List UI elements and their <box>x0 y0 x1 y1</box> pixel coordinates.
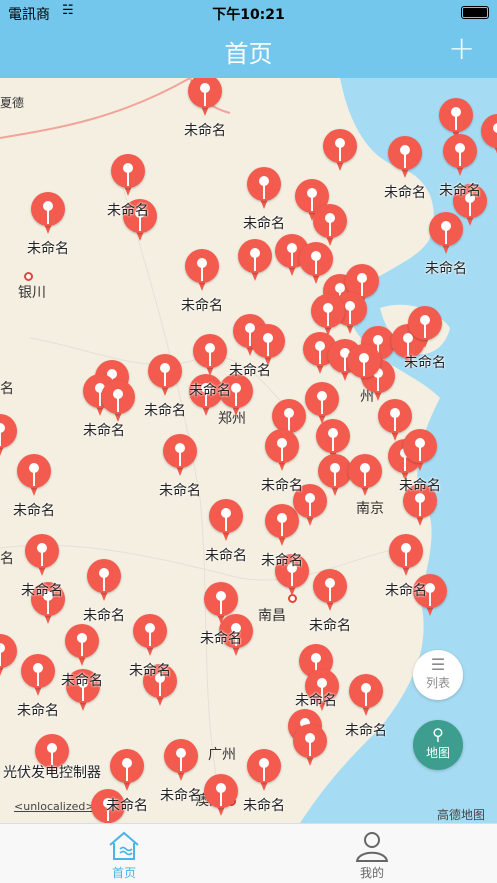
city-label-nanjing: 南京 <box>356 501 384 517</box>
map-pin-marker[interactable] <box>0 634 17 678</box>
partial-label: 夏德 <box>0 96 25 110</box>
map-pin-marker[interactable] <box>188 78 222 118</box>
list-icon: ☰ <box>430 655 446 674</box>
pin-label: 未命名 <box>243 798 285 814</box>
pin-label: 未命名 <box>309 618 351 634</box>
pin-label: 未命名 <box>261 553 303 569</box>
pin-label: 未命名 <box>404 355 446 371</box>
status-time: 下午10:21 <box>212 7 285 23</box>
pin-label: 未命名 <box>425 261 467 277</box>
map-pin-marker[interactable] <box>293 724 327 768</box>
map-pin-marker[interactable] <box>238 239 272 283</box>
map-pin-marker[interactable] <box>0 414 17 458</box>
map-pin-icon: ⚲ <box>432 725 444 744</box>
pin-label: 未命名 <box>21 583 63 599</box>
map-view[interactable]: 夏德 名 名 州 银川 郑州 南京 南昌 广州 澳门 <unlocalized>… <box>0 78 497 823</box>
pin-label: 未命名 <box>439 183 481 199</box>
map-pin-marker[interactable] <box>164 739 198 783</box>
map-watermark-unlocalized: <unlocalized> <box>14 800 95 813</box>
pin-label: 未命名 <box>229 363 271 379</box>
map-pin-marker[interactable] <box>209 499 243 543</box>
map-pin-marker[interactable] <box>403 429 437 473</box>
map-pin-marker[interactable] <box>133 614 167 658</box>
pin-label: 未命名 <box>107 203 149 219</box>
map-pin-marker[interactable] <box>87 559 121 603</box>
map-pin-marker[interactable] <box>408 306 442 350</box>
home-icon <box>109 831 139 860</box>
pin-label-special: 光伏发电控制器 <box>3 765 101 781</box>
tab-home[interactable]: 首页 <box>84 830 164 881</box>
pin-label: 未命名 <box>200 631 242 647</box>
map-pin-marker[interactable] <box>111 154 145 198</box>
map-pin-marker[interactable] <box>185 249 219 293</box>
pin-label: 未命名 <box>345 723 387 739</box>
pin-label: 未命名 <box>261 478 303 494</box>
pin-label: 未命名 <box>61 673 103 689</box>
map-pin-marker[interactable] <box>110 749 144 793</box>
city-label-guangzhou: 广州 <box>208 747 236 763</box>
map-pin-marker[interactable] <box>443 134 477 178</box>
list-view-label: 列表 <box>425 676 450 690</box>
tab-mine[interactable]: 我的 <box>332 830 412 881</box>
city-label-nanchang: 南昌 <box>258 594 299 625</box>
city-label-yinchuan: 银川 <box>18 272 46 302</box>
pin-label: 未命名 <box>83 608 125 624</box>
pin-label: 未命名 <box>159 483 201 499</box>
pin-label: 未命名 <box>189 383 231 399</box>
pin-label: 未命名 <box>384 185 426 201</box>
tab-bar: 首页 我的 <box>0 823 497 883</box>
map-pin-marker[interactable] <box>148 354 182 398</box>
map-pin-marker[interactable] <box>247 167 281 211</box>
map-pin-marker[interactable] <box>247 749 281 793</box>
map-pin-marker[interactable] <box>101 380 135 424</box>
status-bar: 電訊商 ☵ 下午10:21 <box>0 0 497 24</box>
map-pin-marker[interactable] <box>349 674 383 718</box>
user-icon <box>355 832 389 862</box>
page-title: 首页 <box>224 40 273 68</box>
map-pin-marker[interactable] <box>323 129 357 173</box>
map-pin-marker[interactable] <box>31 192 65 236</box>
map-view-label: 地图 <box>425 746 450 760</box>
map-pin-marker[interactable] <box>163 434 197 478</box>
nav-bar: 首页 + <box>0 24 497 78</box>
pin-label: 未命名 <box>181 298 223 314</box>
map-pin-marker[interactable] <box>204 774 238 818</box>
tab-home-label: 首页 <box>111 866 136 880</box>
pin-label: 未命名 <box>83 423 125 439</box>
add-button[interactable]: + <box>448 32 475 64</box>
pin-label: 未命名 <box>106 798 148 814</box>
pin-label: 未命名 <box>160 788 202 804</box>
pin-label: 未命名 <box>17 703 59 719</box>
pin-label: 未命名 <box>399 478 441 494</box>
pin-label: 未命名 <box>129 663 171 679</box>
plus-icon: + <box>448 29 475 67</box>
pin-label: 未命名 <box>27 241 69 257</box>
map-watermark-brand: 高德地图 <box>437 808 486 822</box>
pin-label: 未命名 <box>243 216 285 232</box>
pin-label: 未命名 <box>144 403 186 419</box>
map-pin-marker[interactable] <box>21 654 55 698</box>
map-pin-marker[interactable] <box>388 136 422 180</box>
battery-icon <box>461 6 489 19</box>
map-pin-marker[interactable] <box>389 534 423 578</box>
pin-label: 未命名 <box>13 503 55 519</box>
map-pin-marker[interactable] <box>481 114 497 158</box>
partial-label: 名 <box>0 381 14 397</box>
map-pin-marker[interactable] <box>313 569 347 613</box>
map-pin-marker[interactable] <box>193 334 227 378</box>
pin-label: 未命名 <box>295 693 337 709</box>
pin-label: 未命名 <box>385 583 427 599</box>
map-pin-marker[interactable] <box>25 534 59 578</box>
map-pin-marker[interactable] <box>347 344 381 388</box>
map-pin-marker[interactable] <box>65 624 99 668</box>
tab-mine-label: 我的 <box>359 866 384 880</box>
partial-label: 名 <box>0 551 14 567</box>
pin-label: 未命名 <box>205 548 247 564</box>
list-view-button[interactable]: ☰ 列表 <box>413 650 463 700</box>
map-pin-marker[interactable] <box>17 454 51 498</box>
map-view-button[interactable]: ⚲ 地图 <box>413 720 463 770</box>
pin-label: 未命名 <box>184 123 226 139</box>
map-pin-marker[interactable] <box>348 454 382 498</box>
map-pin-marker[interactable] <box>265 429 299 473</box>
